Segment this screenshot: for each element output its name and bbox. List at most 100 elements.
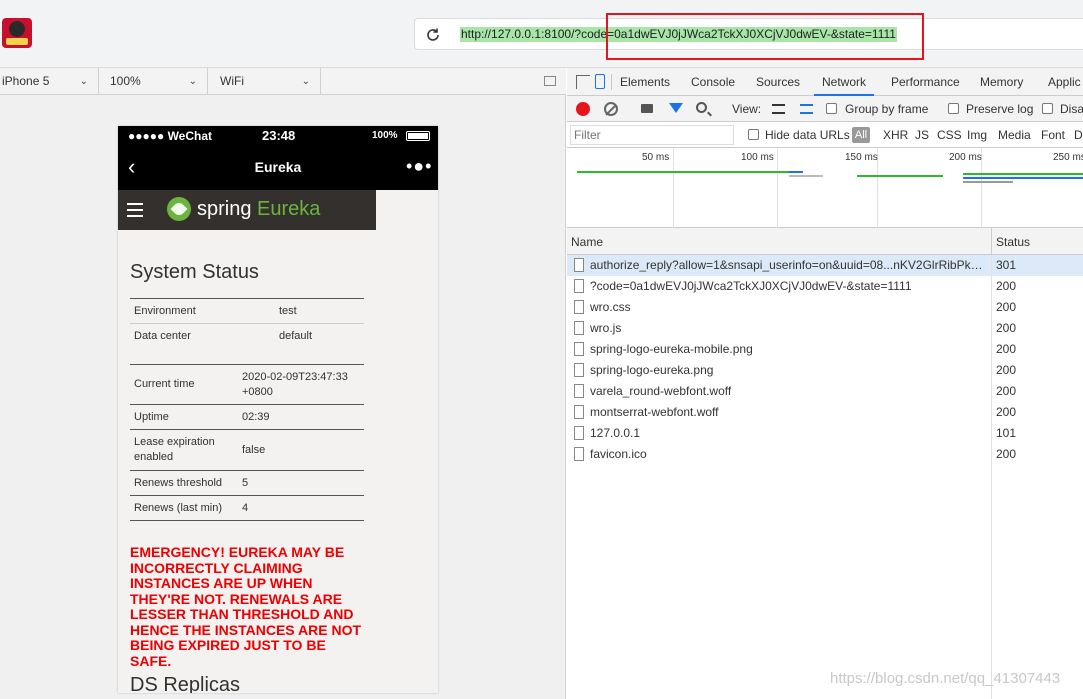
timeline-bar-green (577, 171, 789, 173)
env-label: Data center (130, 323, 275, 349)
spring-leaf-logo-icon (167, 197, 191, 221)
status-label: Current time (130, 364, 238, 405)
device-options-icon[interactable] (544, 76, 556, 86)
network-select[interactable]: WiFi ⌄ (208, 68, 321, 95)
clock-label: 23:48 (262, 128, 296, 143)
request-status: 200 (996, 363, 1017, 377)
document-icon (574, 258, 584, 272)
zoom-select[interactable]: 100% ⌄ (99, 68, 208, 95)
type-filter-js[interactable]: JS (915, 128, 929, 142)
column-divider[interactable] (991, 228, 992, 255)
app-avatar-icon[interactable] (2, 18, 32, 48)
reload-icon[interactable] (425, 27, 441, 43)
ds-replicas-title: DS Replicas (130, 674, 241, 693)
type-filter-doc[interactable]: D (1074, 128, 1083, 142)
disable-cache-checkbox[interactable] (1042, 103, 1053, 114)
filter-funnel-icon[interactable] (669, 103, 683, 113)
large-rows-icon[interactable] (772, 104, 785, 114)
table-row[interactable]: 127.0.0.1 101 (567, 423, 1083, 444)
table-row[interactable]: authorize_reply?allow=1&snsapi_userinfo=… (567, 255, 1083, 276)
devtools-tab-bar: Elements Console Sources Network Perform… (567, 68, 1083, 96)
network-overview-timeline[interactable]: 50 ms 100 ms 150 ms 200 ms 250 ms (567, 148, 1083, 228)
device-toolbar: iPhone 5 ⌄ 100% ⌄ WiFi ⌄ (0, 68, 566, 95)
column-divider (991, 255, 992, 699)
filter-input[interactable] (570, 125, 734, 145)
table-row[interactable]: favicon.ico 200 (567, 444, 1083, 465)
timeline-label: 250 ms (1053, 152, 1083, 163)
inspect-element-icon[interactable] (576, 75, 590, 89)
env-value: test (275, 298, 364, 324)
request-status: 200 (996, 300, 1017, 314)
column-status[interactable]: Status (996, 235, 1030, 249)
document-icon (574, 342, 584, 356)
zoom-select-label: 100% (110, 74, 141, 88)
battery-icon (406, 131, 430, 141)
status-value: false (238, 429, 364, 471)
request-name: favicon.ico (590, 447, 647, 461)
network-toolbar: View: Group by frame Preserve log Disa (567, 96, 1083, 122)
request-name: spring-logo-eureka-mobile.png (590, 342, 753, 356)
preserve-log-checkbox[interactable] (948, 103, 959, 114)
tab-console[interactable]: Console (691, 68, 735, 96)
table-row[interactable]: wro.css 200 (567, 297, 1083, 318)
status-value: 5 (238, 470, 364, 496)
table-row[interactable]: wro.js 200 (567, 318, 1083, 339)
spring-eureka-header: spring Eureka (118, 190, 376, 230)
table-row: Current time 2020-02-09T23:47:33 +0800 (130, 364, 364, 405)
device-select-label: iPhone 5 (2, 74, 50, 88)
type-filter-img[interactable]: Img (967, 128, 987, 142)
type-filter-xhr[interactable]: XHR (883, 128, 908, 142)
type-filter-all[interactable]: All (852, 127, 870, 143)
env-value: default (275, 323, 364, 349)
disable-cache-label: Disa (1060, 102, 1083, 116)
type-filter-font[interactable]: Font (1041, 128, 1065, 142)
screenshot-camera-icon[interactable] (641, 104, 653, 113)
table-row: Uptime 02:39 (130, 404, 364, 430)
brand-logo[interactable]: spring Eureka (197, 198, 320, 221)
request-name: spring-logo-eureka.png (590, 363, 714, 377)
requests-table-header: Name Status (567, 228, 1083, 255)
table-row[interactable]: spring-logo-eureka.png 200 (567, 360, 1083, 381)
document-icon (574, 447, 584, 461)
requests-list: authorize_reply?allow=1&snsapi_userinfo=… (567, 255, 1083, 465)
request-status: 200 (996, 405, 1017, 419)
tab-performance[interactable]: Performance (891, 68, 960, 96)
emulated-viewport: ●●●●● WeChat 23:48 100% ‹ Eureka •●• spr… (0, 95, 566, 699)
system-status-title: System Status (130, 261, 259, 283)
emergency-warning: EMERGENCY! EUREKA MAY BE INCORRECTLY CLA… (130, 544, 362, 669)
hide-data-urls-checkbox[interactable] (748, 129, 759, 140)
tab-memory[interactable]: Memory (980, 68, 1023, 96)
timeline-bar-green (963, 173, 1083, 175)
search-icon[interactable] (696, 102, 707, 113)
table-row: Renews threshold 5 (130, 470, 364, 496)
type-filter-css[interactable]: CSS (937, 128, 962, 142)
type-filter-media[interactable]: Media (998, 128, 1031, 142)
tab-network[interactable]: Network (814, 68, 875, 96)
table-row[interactable]: spring-logo-eureka-mobile.png 200 (567, 339, 1083, 360)
chevron-down-icon: ⌄ (188, 76, 197, 87)
tab-application[interactable]: Applic (1048, 68, 1081, 96)
more-dots-icon[interactable]: •●• (406, 156, 432, 177)
request-name: wro.css (590, 300, 631, 314)
column-name[interactable]: Name (571, 235, 603, 249)
group-by-frame-checkbox[interactable] (826, 103, 837, 114)
status-label: Renews (last min) (130, 495, 238, 521)
hamburger-menu-icon[interactable] (127, 203, 143, 217)
tab-sources[interactable]: Sources (756, 68, 800, 96)
request-name: authorize_reply?allow=1&snsapi_userinfo=… (590, 258, 986, 272)
timeline-label: 200 ms (949, 152, 982, 163)
status-value: 2020-02-09T23:47:33 +0800 (238, 364, 364, 405)
timeline-bar-blue (789, 171, 803, 173)
timeline-label: 50 ms (642, 152, 670, 163)
tab-elements[interactable]: Elements (620, 68, 670, 96)
status-label: Lease expiration enabled (130, 429, 238, 471)
device-select[interactable]: iPhone 5 ⌄ (0, 68, 99, 95)
table-row[interactable]: ?code=0a1dwEVJ0jJWca2TckXJ0XCjVJ0dwEV-&s… (567, 276, 1083, 297)
table-row[interactable]: montserrat-webfont.woff 200 (567, 402, 1083, 423)
record-icon[interactable] (576, 102, 590, 116)
document-icon (574, 321, 584, 335)
waterfall-icon[interactable] (800, 104, 813, 114)
device-mode-icon[interactable] (595, 74, 605, 89)
table-row[interactable]: varela_round-webfont.woff 200 (567, 381, 1083, 402)
clear-icon[interactable] (604, 102, 618, 116)
